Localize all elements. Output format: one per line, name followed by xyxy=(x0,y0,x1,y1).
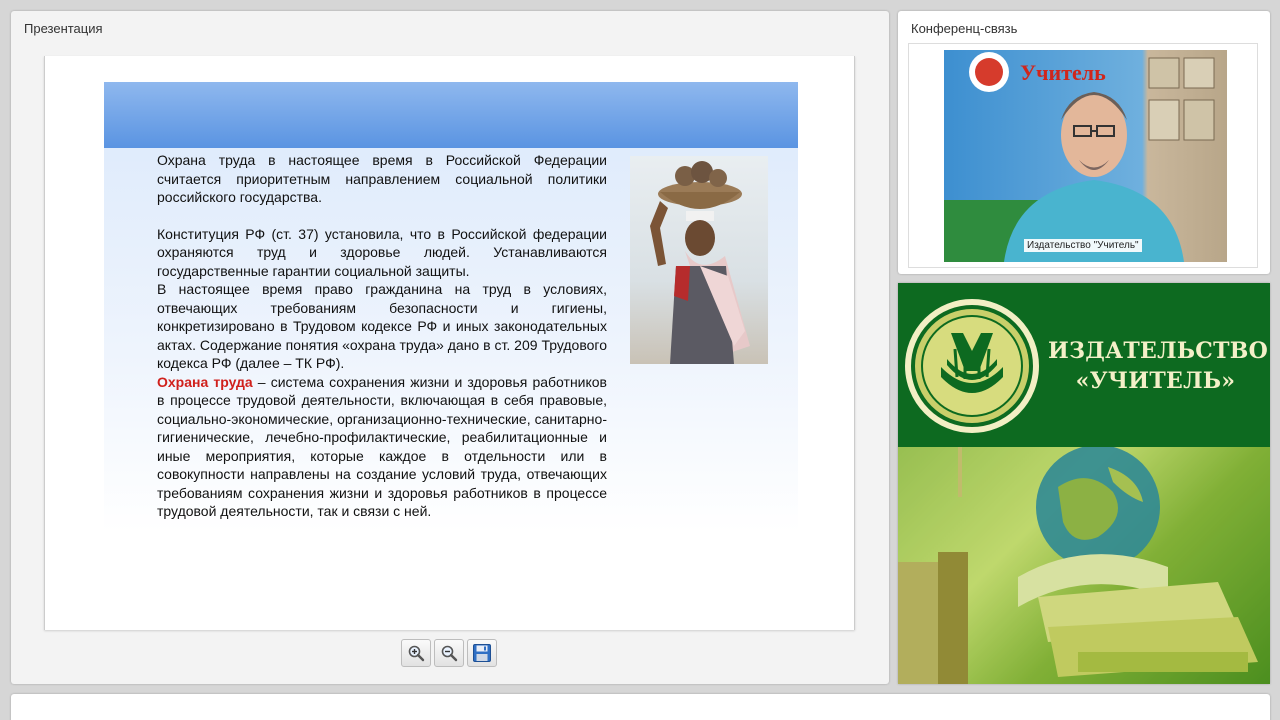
publisher-name-line1: ИЗДАТЕЛЬСТВО xyxy=(1048,338,1269,364)
zoom-in-icon xyxy=(408,645,425,662)
publisher-name: ИЗДАТЕЛЬСТВО «УЧИТЕЛЬ» xyxy=(1048,336,1269,396)
video-area: Учитель Издательство "Учитель" xyxy=(908,43,1258,268)
zoom-out-icon xyxy=(441,645,458,662)
conference-panel: Конференц-связь Учитель Издательство "Уч… xyxy=(898,11,1270,274)
slide-text: Охрана труда в настоящее время в Российс… xyxy=(157,151,607,521)
slide-header-band xyxy=(104,82,798,148)
slide-definition-text: – система сохранения жизни и здоровья ра… xyxy=(157,373,607,520)
slide-paragraph-2: Конституция РФ (ст. 37) установила, что … xyxy=(157,225,607,279)
slide-photo-worker xyxy=(630,156,768,364)
save-button[interactable] xyxy=(467,639,497,667)
publisher-banner-top: ИЗДАТЕЛЬСТВО «УЧИТЕЛЬ» xyxy=(898,283,1270,447)
conference-title: Конференц-связь xyxy=(911,21,1018,36)
slide-paragraph-3: В настоящее время право гражданина на тр… xyxy=(157,281,607,371)
bottom-panel xyxy=(11,694,1270,720)
zoom-out-button[interactable] xyxy=(434,639,464,667)
floppy-disk-icon xyxy=(473,644,491,662)
publisher-name-line2: «УЧИТЕЛЬ» xyxy=(1075,368,1236,394)
presentation-panel: Презентация Охрана труда в настоящее вре… xyxy=(11,11,889,684)
slide-paragraph-1: Охрана труда в настоящее время в Российс… xyxy=(157,152,607,205)
slide-term: Охрана труда xyxy=(157,373,253,390)
video-feed[interactable]: Учитель Издательство "Учитель" xyxy=(944,50,1227,262)
slide-viewer[interactable]: Охрана труда в настоящее время в Российс… xyxy=(44,56,855,630)
video-participant-label: Издательство "Учитель" xyxy=(1024,239,1142,252)
publisher-banner-illustration xyxy=(898,447,1270,684)
publisher-banner: ИЗДАТЕЛЬСТВО «УЧИТЕЛЬ» xyxy=(898,283,1270,684)
publisher-logo-icon xyxy=(905,299,1039,433)
conference-banner-logo: Учитель xyxy=(1020,60,1106,85)
presentation-title: Презентация xyxy=(24,21,103,36)
viewer-toolbar xyxy=(401,639,497,667)
slide-definition: Охрана труда – система сохранения жизни … xyxy=(157,373,607,521)
zoom-in-button[interactable] xyxy=(401,639,431,667)
slide: Охрана труда в настоящее время в Российс… xyxy=(104,82,798,532)
